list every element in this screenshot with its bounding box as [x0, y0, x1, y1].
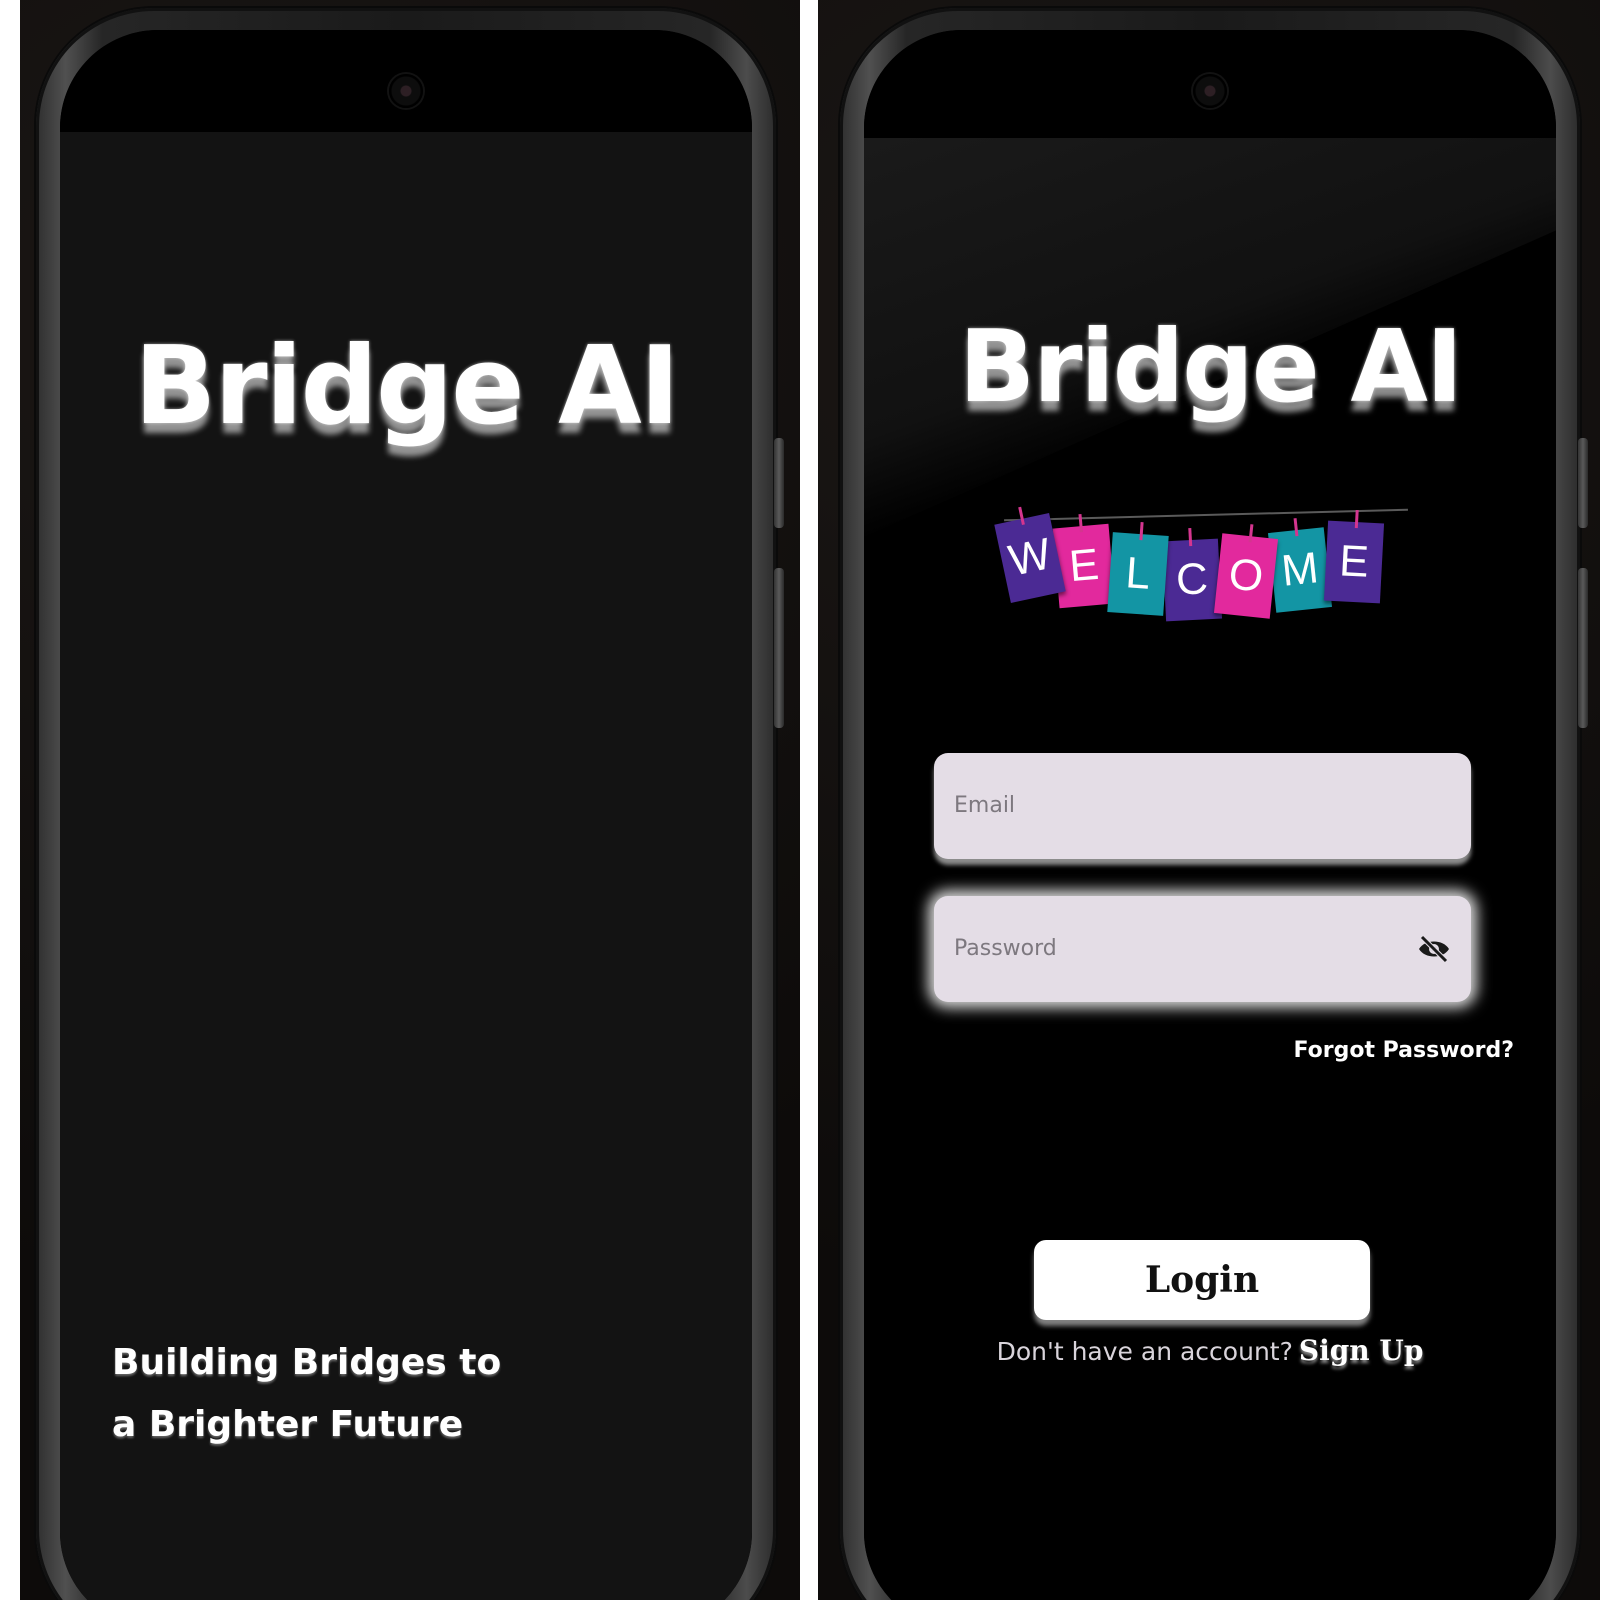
email-placeholder: Email — [954, 793, 1016, 818]
splash-tagline: Building Bridges to a Brighter Future — [112, 1332, 501, 1456]
splash-brand-title: Bridge AI — [134, 324, 680, 449]
welcome-flag-letter: O — [1213, 533, 1279, 619]
status-bar — [60, 30, 752, 132]
welcome-flag-letter: E — [1052, 523, 1116, 609]
front-camera — [389, 74, 423, 108]
login-brand-title: Bridge AI — [958, 308, 1463, 425]
login-screen: Bridge AI WELCOME Email Password Forgot … — [864, 138, 1556, 1600]
password-placeholder: Password — [954, 936, 1057, 961]
signup-row: Don't have an account? Sign Up — [864, 1334, 1556, 1367]
welcome-flag-letter: C — [1161, 538, 1223, 622]
phone-screen: Bridge AI WELCOME Email Password Forgot … — [864, 30, 1556, 1600]
splash-mockup-panel: Bridge AI Building Bridges to a Brighter… — [20, 0, 800, 1600]
phone-frame: Bridge AI WELCOME Email Password Forgot … — [840, 8, 1588, 1600]
tagline-line-1: Building Bridges to — [112, 1342, 502, 1383]
power-button — [1578, 568, 1588, 728]
login-mockup-panel: Bridge AI WELCOME Email Password Forgot … — [818, 0, 1600, 1600]
splash-screen: Bridge AI Building Bridges to a Brighter… — [60, 132, 752, 1600]
banner-string — [1004, 508, 1408, 522]
signup-prompt: Don't have an account? — [996, 1337, 1293, 1366]
volume-button — [774, 438, 784, 528]
login-button[interactable]: Login — [1034, 1240, 1370, 1320]
welcome-banner-image: WELCOME — [994, 496, 1416, 646]
forgot-password-link[interactable]: Forgot Password? — [1293, 1038, 1514, 1063]
signup-link[interactable]: Sign Up — [1299, 1334, 1424, 1367]
eye-off-icon[interactable] — [1417, 934, 1451, 964]
front-camera — [1193, 74, 1227, 108]
email-field[interactable]: Email — [934, 753, 1471, 859]
volume-button — [1578, 438, 1588, 528]
welcome-flag-letter: W — [994, 513, 1066, 603]
phone-frame: Bridge AI Building Bridges to a Brighter… — [36, 8, 784, 1600]
tagline-line-2: a Brighter Future — [112, 1404, 464, 1445]
password-field[interactable]: Password — [934, 896, 1471, 1002]
power-button — [774, 568, 784, 728]
welcome-flag-letter: L — [1107, 532, 1169, 616]
phone-screen: Bridge AI Building Bridges to a Brighter… — [60, 30, 752, 1600]
status-bar — [864, 30, 1556, 132]
welcome-flag-letter: E — [1323, 520, 1385, 604]
